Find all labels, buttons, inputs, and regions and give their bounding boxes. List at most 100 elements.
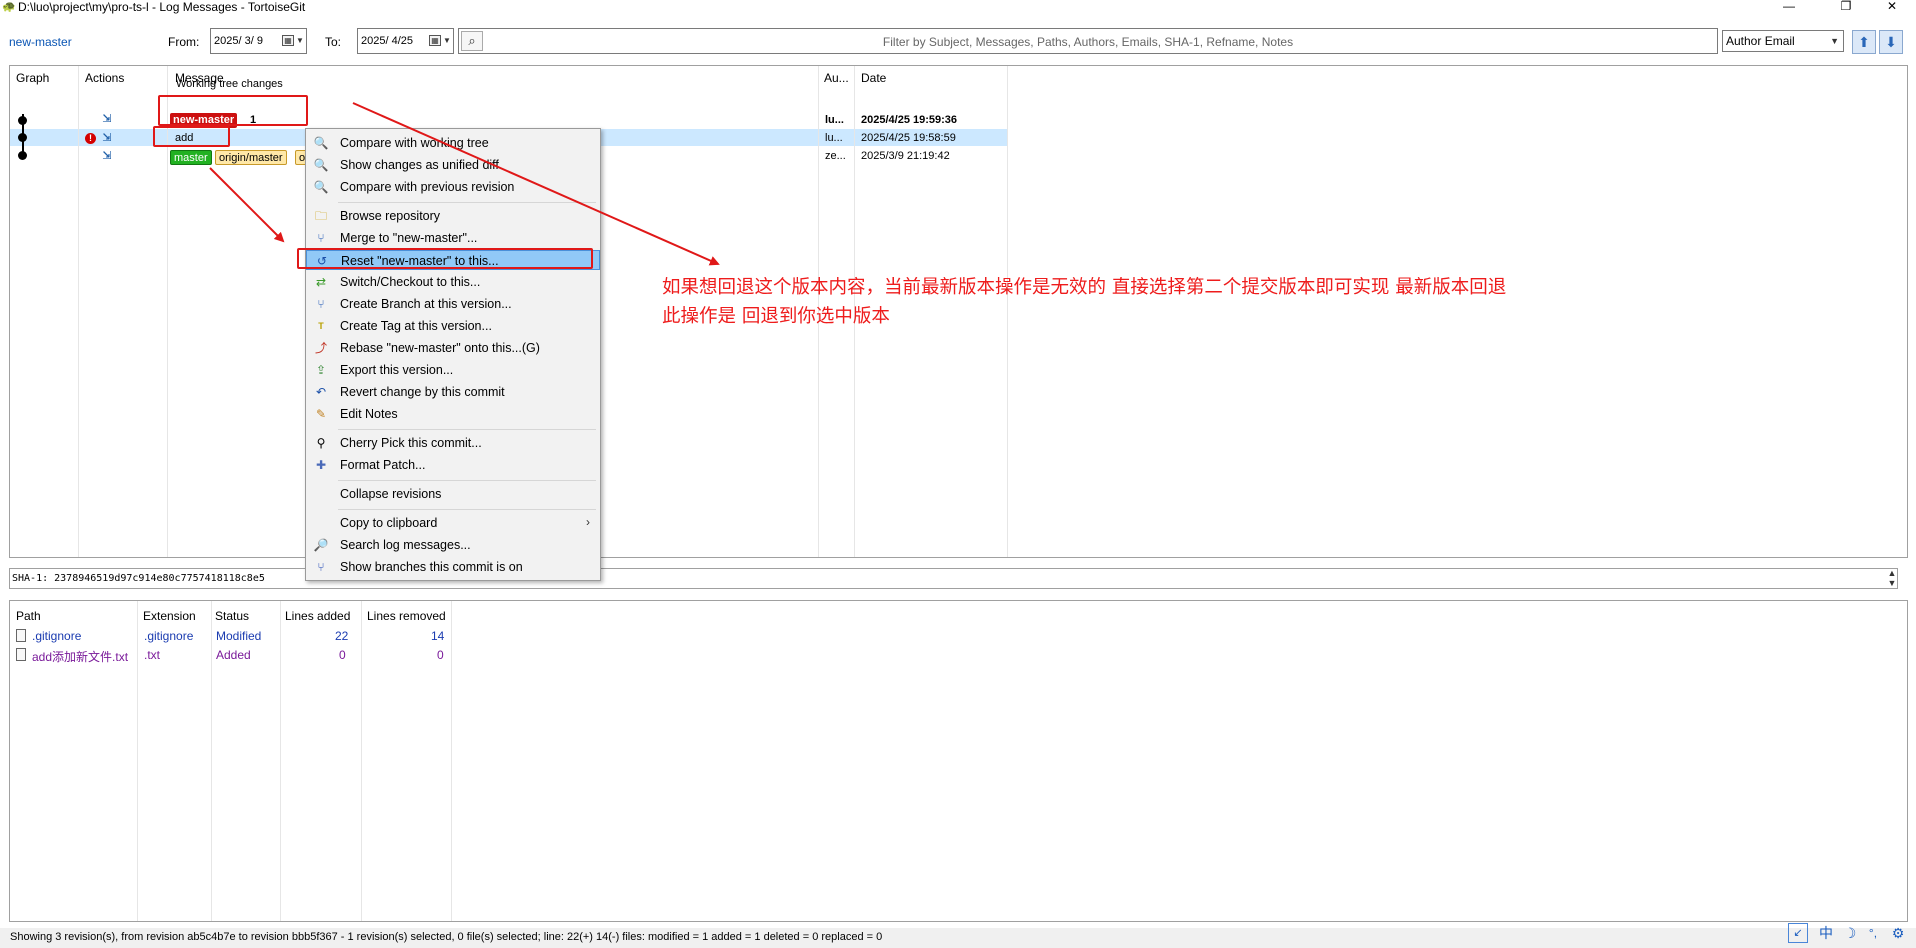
- window-title: D:\luo\project\my\pro-ts-l - Log Message…: [18, 0, 306, 14]
- commit-date: 2025/3/9 21:19:42: [861, 150, 950, 162]
- menu-label: Compare with working tree: [340, 136, 489, 150]
- commit-author: lu...: [825, 114, 844, 126]
- restore-button[interactable]: ❐: [1826, 0, 1866, 15]
- status-text: Showing 3 revision(s), from revision ab5…: [10, 931, 883, 943]
- current-branch-link[interactable]: new-master: [9, 35, 72, 49]
- magnifier-icon: 🔍: [313, 180, 329, 194]
- ime-settings-icon[interactable]: ⚙: [1887, 922, 1909, 944]
- menu-create-branch[interactable]: ⑂ Create Branch at this version...: [306, 294, 600, 314]
- chevron-down-icon[interactable]: ▼: [296, 29, 306, 53]
- column-header-actions[interactable]: Actions: [85, 71, 124, 85]
- menu-browse-repository[interactable]: 🗀 Browse repository: [306, 206, 600, 226]
- filter-field-select[interactable]: Author Email ▼: [1722, 30, 1844, 52]
- menu-revert[interactable]: ↶ Revert change by this commit: [306, 382, 600, 402]
- menu-copy-to-clipboard[interactable]: Copy to clipboard ›: [306, 513, 600, 533]
- commit-action-icon: ⇲: [102, 113, 112, 125]
- menu-compare-previous[interactable]: 🔍 Compare with previous revision: [306, 177, 600, 197]
- rebase-icon: ⤴: [314, 341, 327, 355]
- menu-label: Create Branch at this version...: [340, 297, 512, 311]
- calendar-icon[interactable]: ▦: [282, 35, 294, 46]
- file-path[interactable]: .gitignore: [32, 629, 81, 643]
- to-date-picker[interactable]: 2025/ 4/25 ▦ ▼: [357, 28, 454, 54]
- to-label: To:: [325, 35, 342, 49]
- menu-create-tag[interactable]: T Create Tag at this version...: [306, 316, 600, 336]
- file-status: Modified: [216, 629, 262, 643]
- file-path[interactable]: add添加新文件.txt: [32, 648, 128, 665]
- commit-action-icon: ⇲: [102, 132, 112, 144]
- column-header-path[interactable]: Path: [16, 609, 41, 623]
- menu-label: Rebase "new-master" onto this...(G): [340, 341, 540, 355]
- navigate-up-button[interactable]: ⬆: [1852, 30, 1876, 54]
- navigate-down-button[interactable]: ⬇: [1879, 30, 1903, 54]
- menu-separator: [338, 429, 596, 430]
- sha-scroll-arrows[interactable]: ▲ ▼: [1884, 568, 1900, 589]
- file-lines-added: 22: [335, 629, 349, 643]
- branch-tag-origin-master[interactable]: origin/master: [215, 150, 287, 165]
- search-icon: 🔎: [313, 538, 329, 552]
- menu-search-log[interactable]: 🔎 Search log messages...: [306, 535, 600, 555]
- column-divider: [280, 601, 281, 921]
- commit-date: 2025/4/25 19:58:59: [861, 132, 956, 144]
- annotation-box-reset: [297, 248, 593, 269]
- filter-field-value: Author Email: [1726, 34, 1795, 48]
- calendar-icon[interactable]: ▦: [429, 35, 441, 46]
- chevron-down-icon: ▼: [1830, 36, 1839, 46]
- column-header-lines-removed[interactable]: Lines removed: [367, 609, 446, 623]
- changed-files-list[interactable]: Path Extension Status Lines added Lines …: [9, 600, 1908, 922]
- sha-info-bar[interactable]: SHA-1: 2378946519d97c914e80c7757418118c8…: [9, 568, 1898, 589]
- menu-compare-working-tree[interactable]: 🔍 Compare with working tree: [306, 133, 600, 153]
- tag-icon: T: [318, 321, 324, 331]
- ime-toggle-icon[interactable]: ↙: [1788, 923, 1808, 943]
- minimize-button[interactable]: —: [1769, 0, 1809, 15]
- status-bar: Showing 3 revision(s), from revision ab5…: [0, 928, 1916, 948]
- menu-unified-diff[interactable]: 🔍 Show changes as unified diff: [306, 155, 600, 175]
- close-button[interactable]: ✕: [1872, 0, 1912, 15]
- file-lines-removed: 14: [431, 629, 445, 643]
- menu-label: Search log messages...: [340, 538, 471, 552]
- menu-edit-notes[interactable]: ✎ Edit Notes: [306, 404, 600, 424]
- magnifier-icon: 🔍: [313, 158, 329, 172]
- patch-icon: ✚: [315, 458, 327, 472]
- menu-format-patch[interactable]: ✚ Format Patch...: [306, 455, 600, 475]
- column-header-status[interactable]: Status: [215, 609, 249, 623]
- menu-label: Revert change by this commit: [340, 385, 505, 399]
- filter-input[interactable]: ⌕ Filter by Subject, Messages, Paths, Au…: [458, 28, 1718, 54]
- ime-language[interactable]: 中: [1815, 922, 1837, 944]
- menu-label: Merge to "new-master"...: [340, 231, 478, 245]
- annotation-line-1: 如果想回退这个版本内容，当前最新版本操作是无效的 直接选择第二个提交版本即可实现…: [662, 277, 1507, 298]
- menu-cherry-pick[interactable]: ⚲ Cherry Pick this commit...: [306, 433, 600, 453]
- column-header-lines-added[interactable]: Lines added: [285, 609, 350, 623]
- annotation-text: 如果想回退这个版本内容，当前最新版本操作是无效的 直接选择第二个提交版本即可实现…: [662, 273, 1642, 331]
- merge-icon: ⑂: [317, 231, 325, 245]
- menu-label: Compare with previous revision: [340, 180, 515, 194]
- chevron-down-icon[interactable]: ▼: [443, 29, 453, 53]
- menu-show-branches[interactable]: ⑂ Show branches this commit is on: [306, 557, 600, 577]
- column-header-graph[interactable]: Graph: [16, 71, 49, 85]
- magnifier-icon: 🔍: [313, 136, 329, 150]
- commit-author: ze...: [825, 150, 846, 162]
- notes-icon: ✎: [315, 407, 327, 421]
- annotation-box-new-master: [158, 95, 308, 126]
- column-header-extension[interactable]: Extension: [143, 609, 196, 623]
- branch-tag-master[interactable]: master: [170, 150, 212, 165]
- menu-label: Format Patch...: [340, 458, 426, 472]
- menu-rebase[interactable]: ⤴ Rebase "new-master" onto this...(G): [306, 338, 600, 358]
- menu-label: Export this version...: [340, 363, 454, 377]
- menu-collapse-revisions[interactable]: Collapse revisions: [306, 484, 600, 504]
- commit-node: [18, 151, 27, 160]
- ime-moon-icon[interactable]: ☽: [1839, 922, 1861, 944]
- column-header-date[interactable]: Date: [861, 71, 886, 85]
- menu-merge[interactable]: ⑂ Merge to "new-master"...: [306, 228, 600, 248]
- arrow-down-icon: ⬇: [1885, 34, 1897, 50]
- file-icon: [16, 648, 26, 661]
- menu-label: Switch/Checkout to this...: [340, 275, 481, 289]
- menu-export[interactable]: ⇪ Export this version...: [306, 360, 600, 380]
- menu-label: Show changes as unified diff: [340, 158, 499, 172]
- file-icon: [16, 629, 26, 642]
- column-header-author[interactable]: Au...: [824, 71, 849, 85]
- working-tree-changes[interactable]: Working tree changes: [176, 78, 283, 90]
- menu-switch-checkout[interactable]: ⇄ Switch/Checkout to this...: [306, 272, 600, 292]
- column-divider: [137, 601, 138, 921]
- ime-punctuation-icon[interactable]: °,: [1862, 922, 1884, 944]
- from-date-picker[interactable]: 2025/ 3/ 9 ▦ ▼: [210, 28, 307, 54]
